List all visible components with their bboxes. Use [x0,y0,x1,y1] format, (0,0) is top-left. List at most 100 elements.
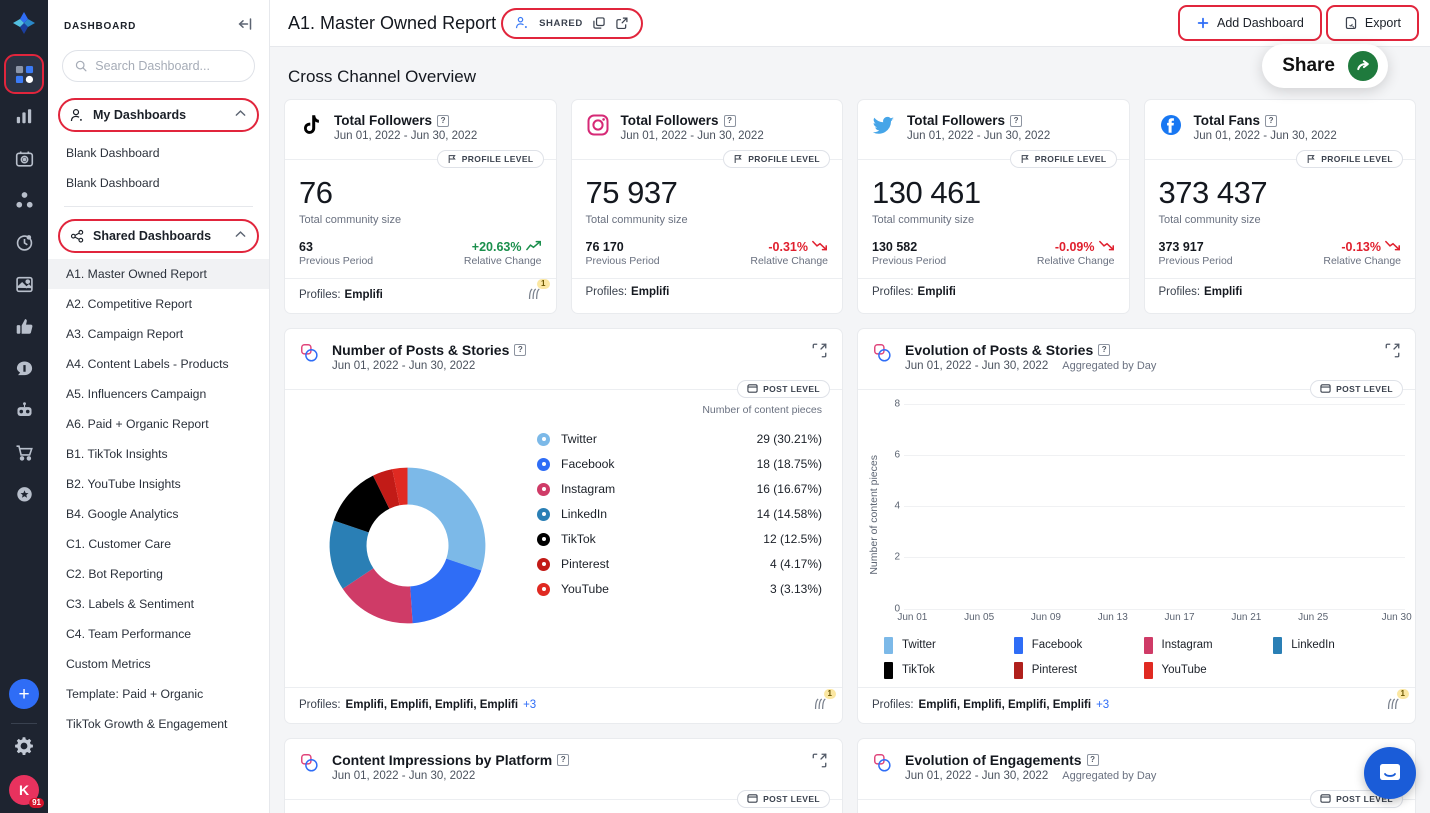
donut-slice-twitter[interactable] [407,467,485,571]
rail-item-influencers[interactable] [6,476,42,512]
sidebar-item-shared-13[interactable]: Custom Metrics [48,649,269,679]
kpi-profiles-label: Profiles: [1158,285,1201,298]
rail-item-publishing[interactable] [6,224,42,260]
bar-legend-item-tiktok[interactable]: TikTok [884,658,1014,683]
search-box[interactable] [62,50,255,82]
sidebar-item-blank-dashboard-1[interactable]: Blank Dashboard [48,138,269,168]
rail-item-listening[interactable] [6,140,42,176]
panel-title: Evolution of Posts & Stories ? [905,342,1156,358]
app-root: + K 91 DASHBOARD Search Dashboard... My … [0,0,1430,813]
legend-label: Instagram [561,482,616,497]
legend-row-twitter[interactable]: Twitter 29 (30.21%) [537,427,822,452]
profiles-count-icon[interactable]: 1 [526,278,550,305]
rail-item-analytics[interactable] [6,98,42,134]
kpi-title-text: Total Followers [907,113,1006,128]
avatar-initial: K [18,782,30,798]
help-icon[interactable]: ? [1098,343,1111,356]
network-icon [15,191,33,208]
bar-legend-item-linkedin[interactable]: LinkedIn [1273,633,1403,658]
bar-legend-item-facebook[interactable]: Facebook [1013,633,1144,658]
share-tooltip-label: Share [1282,55,1335,76]
intercom-chat-button[interactable] [1364,747,1416,799]
sidebar-item-shared-12[interactable]: C4. Team Performance [48,619,269,649]
kpi-title: Total Followers ? [334,113,477,128]
sidebar-group-shared-dashboards[interactable]: Shared Dashboards [58,219,259,253]
profile-level-label: PROFILE LEVEL [461,154,534,164]
legend-swatch-pinterest [1013,661,1023,679]
panel-header: Content Impressions by Platform ? Jun 01… [285,739,842,782]
help-icon[interactable]: ? [1086,753,1099,766]
sidebar-item-shared-3[interactable]: A4. Content Labels - Products [48,349,269,379]
legend-row-linkedin[interactable]: LinkedIn 14 (14.58%) [537,502,822,527]
gear-icon[interactable] [14,736,34,761]
expand-icon[interactable] [811,342,828,372]
help-icon[interactable]: ? [514,343,527,356]
rail-item-content[interactable] [6,266,42,302]
rail-item-care[interactable] [6,350,42,386]
sidebar-item-blank-dashboard-2[interactable]: Blank Dashboard [48,168,269,198]
sidebar-item-shared-14[interactable]: Template: Paid + Organic [48,679,269,709]
donut-slice-facebook[interactable] [409,558,481,623]
help-icon[interactable]: ? [557,753,570,766]
footer-more-link[interactable]: +3 [1096,699,1109,711]
sidebar-item-shared-4[interactable]: A5. Influencers Campaign [48,379,269,409]
legend-dot-facebook [537,457,550,471]
sidebar-item-shared-9[interactable]: C1. Customer Care [48,529,269,559]
collapse-panel-icon[interactable] [237,16,253,37]
rail-item-dashboards[interactable] [4,54,44,94]
panel-date-range: Jun 01, 2022 - Jun 30, 2022 [332,769,476,782]
bar-legend-item-twitter[interactable]: Twitter [884,633,1014,658]
sidebar-item-shared-10[interactable]: C2. Bot Reporting [48,559,269,589]
legend-row-youtube[interactable]: YouTube 3 (3.13%) [537,577,822,602]
help-icon[interactable]: ? [1010,114,1023,127]
x-axis: Jun 01 Jun 05 Jun 09 Jun 13 Jun 17 Jun 21 Jun … [897,609,1411,627]
rail-item-automation[interactable] [6,392,42,428]
legend-row-instagram[interactable]: Instagram 16 (16.67%) [537,477,822,502]
x-tick-jun-13: Jun 13 [1097,611,1128,623]
rail-item-audience[interactable] [6,182,42,218]
bar-legend-item-instagram[interactable]: Instagram [1143,633,1274,658]
export-button[interactable]: Export [1325,5,1420,41]
sidebar-header: DASHBOARD [48,0,269,50]
footer-more-link[interactable]: +3 [523,699,536,711]
chevron-up-icon[interactable] [234,228,247,244]
legend-row-tiktok[interactable]: TikTok 12 (12.5%) [537,527,822,552]
profiles-count-icon[interactable]: 1 [812,688,836,715]
sidebar-item-shared-7[interactable]: B2. YouTube Insights [48,469,269,499]
sidebar-item-shared-15[interactable]: TikTok Growth & Engagement [48,709,269,739]
add-dashboard-button[interactable]: Add Dashboard [1177,5,1322,41]
dashboard-scroll-area[interactable]: Cross Channel Overview Total Followers ?… [270,47,1430,813]
share-tooltip[interactable]: Share [1262,44,1388,88]
search-input[interactable] [95,59,242,73]
help-icon[interactable]: ? [723,114,736,127]
chevron-up-icon[interactable] [234,107,247,123]
legend-row-pinterest[interactable]: Pinterest 4 (4.17%) [537,552,822,577]
donut-chart [291,404,523,687]
profiles-count-icon[interactable]: 1 [1385,688,1409,715]
legend-row-facebook[interactable]: Facebook 18 (18.75%) [537,452,822,477]
sidebar-item-shared-2[interactable]: A3. Campaign Report [48,319,269,349]
x-tick-jun-30: Jun 30 [1381,611,1412,623]
kpi-date-range: Jun 01, 2022 - Jun 30, 2022 [907,130,1051,142]
avatar[interactable]: K 91 [9,775,44,808]
shared-chip[interactable]: SHARED [501,7,643,39]
sidebar-item-shared-1[interactable]: A2. Competitive Report [48,289,269,319]
help-icon[interactable]: ? [1265,114,1278,127]
bar-legend-item-youtube[interactable]: YouTube [1143,658,1274,683]
panel-title-text: Content Impressions by Platform [332,751,553,768]
sidebar-item-shared-6[interactable]: B1. TikTok Insights [48,439,269,469]
sidebar-item-shared-5[interactable]: A6. Paid + Organic Report [48,409,269,439]
sidebar-item-shared-8[interactable]: B4. Google Analytics [48,499,269,529]
expand-icon[interactable] [811,752,828,782]
x-tick-jun-05: Jun 05 [964,611,995,623]
expand-icon[interactable] [1384,342,1401,372]
footer-profiles: Emplifi, Emplifi, Emplifi, Emplifi [918,699,1092,712]
rail-item-engagement[interactable] [6,308,42,344]
sidebar-item-shared-11[interactable]: C3. Labels & Sentiment [48,589,269,619]
bar-legend-item-pinterest[interactable]: Pinterest [1013,658,1144,683]
rail-item-commerce[interactable] [6,434,42,470]
sidebar-item-shared-0[interactable]: A1. Master Owned Report [48,259,269,289]
help-icon[interactable]: ? [437,114,450,127]
rail-add-button[interactable]: + [9,679,39,709]
sidebar-group-my-dashboards[interactable]: My Dashboards [58,98,259,132]
